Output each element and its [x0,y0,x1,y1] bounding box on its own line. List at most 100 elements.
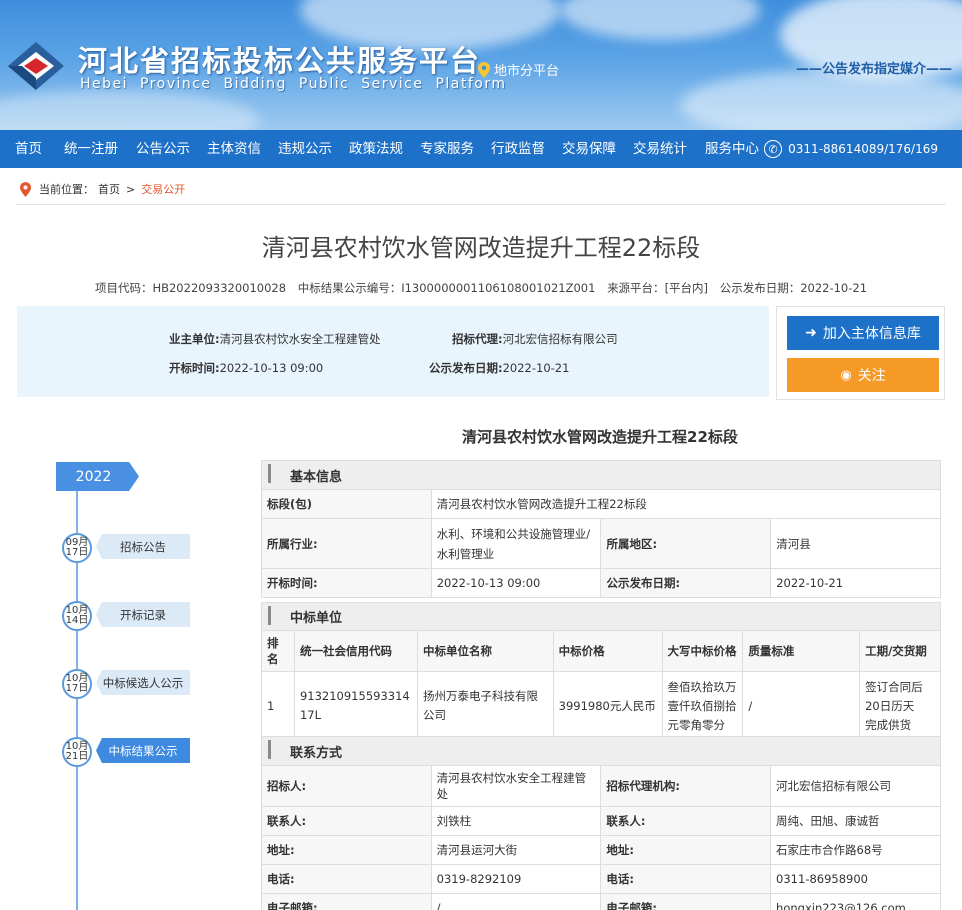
section-heading: 基本信息 [261,460,941,490]
field-label: 公示发布日期: [600,568,772,598]
nav-statistics[interactable]: 交易统计 [633,130,687,168]
column-header: 工期/交货期 [859,630,941,672]
nav-service-center[interactable]: 服务中心 [705,130,759,168]
timeline-item-candidate-notice[interactable]: 中标候选人公示 [96,670,190,695]
table-row: 1 913210915593314 17L 扬州万泰电子科技有限 公司 399198… [261,671,941,741]
timeline-date: 10月 21日 [62,737,92,767]
field-label: 地址: [261,835,432,865]
timeline-year: 2022 [56,462,139,491]
field-label: 电子邮箱: [600,893,772,910]
nav-register[interactable]: 统一注册 [64,130,118,168]
table-row: 招标人: 清河县农村饮水安全工程建管处 招标代理机构: 河北宏信招标有限公司 [261,765,941,807]
winner-name-cell: 扬州万泰电子科技有限 公司 [416,671,554,741]
column-header: 中标单位名称 [416,630,554,672]
field-label: 联系人: [261,806,432,836]
action-box: ➜ 加入主体信息库 ◉ 关注 [776,306,945,400]
field-value: 清河县运河大街 [430,835,602,865]
field-value: 河北宏信招标有限公司 [770,765,941,807]
hotline: ✆ 0311-88614089/176/169 [764,130,938,168]
main-nav: 首页 统一注册 公告公示 主体资信 违规公示 政策法规 专家服务 行政监督 交易… [0,130,962,168]
winner-table: 中标单位 排名 统一社会信用代码 中标单位名称 中标价格 大写中标价格 质量标准… [261,602,941,741]
cloud-decoration [560,0,760,40]
breadcrumb-prefix: 当前位置： [39,183,94,196]
field-label: 标段(包) [261,489,432,519]
publish-date: 公示发布日期：2022-10-21 [719,281,868,295]
table-row: 联系人: 刘铁柱 联系人: 周纯、田旭、康诚哲 [261,806,941,836]
email-link[interactable]: hongxin223@126.com [770,893,941,910]
field-value: 清河县农村饮水安全工程建管处 [430,765,602,807]
nav-violations[interactable]: 违规公示 [278,130,332,168]
price-cell: 3991980元人民币 [552,671,663,741]
column-header: 大写中标价格 [661,630,744,672]
divider [16,204,946,205]
nav-policies[interactable]: 政策法规 [349,130,403,168]
nav-credit[interactable]: 主体资信 [207,130,261,168]
timeline-item-bid-notice[interactable]: 招标公告 [96,534,190,559]
site-title[interactable]: 河北省招标投标公共服务平台 [78,38,481,80]
contact-table: 联系方式 招标人: 清河县农村饮水安全工程建管处 招标代理机构: 河北宏信招标有… [261,736,941,910]
nav-announcements[interactable]: 公告公示 [136,130,190,168]
field-value: 0319-8292109 [430,864,602,894]
follow-button[interactable]: ◉ 关注 [787,358,939,392]
field-label: 所属行业: [261,518,432,569]
cloud-decoration [680,70,962,130]
breadcrumb-current[interactable]: 交易公开 [141,181,185,197]
cloud-decoration [0,90,260,130]
nav-home[interactable]: 首页 [15,130,42,168]
project-code: 项目代码：HB2022093320010028 [94,281,287,295]
media-tagline: ——公告发布指定媒介—— [795,62,952,77]
field-label: 招标代理机构: [600,765,772,807]
timeline-date: 09月 17日 [62,533,92,563]
platform-logo-icon[interactable] [4,38,68,94]
quality-cell: / [742,671,861,741]
result-number: 中标结果公示编号：I1300000001106108001021Z001 [297,281,596,295]
site-title-english: Hebei Province Bidding Public Service Pl… [80,76,507,92]
breadcrumb-home[interactable]: 首页 [98,181,120,197]
publish-date-value: 2022-10-21 [770,568,941,598]
phone-icon: ✆ [764,140,783,158]
project-meta: 项目代码：HB2022093320010028 中标结果公示编号：I130000… [0,280,962,296]
column-header: 排名 [261,630,295,672]
page-title: 清河县农村饮水管网改造提升工程22标段 [261,234,701,262]
field-value: 周纯、田旭、康诚哲 [770,806,941,836]
field-label: 开标时间: [261,568,432,598]
field-label: 电话: [261,864,432,894]
site-header: 河北省招标投标公共服务平台 Hebei Province Bidding Pub… [0,0,962,130]
location-pin-icon [478,61,490,78]
column-header: 质量标准 [742,630,861,672]
nav-guarantee[interactable]: 交易保障 [562,130,616,168]
hotline-number: 0311-88614089/176/169 [788,142,938,156]
city-subplatform-link[interactable]: 地市分平台 [478,60,559,79]
publish-date: 公示发布日期:2022-10-21 [429,361,570,375]
timeline-item-opening-record[interactable]: 开标记录 [96,602,190,627]
field-value: 刘铁柱 [430,806,602,836]
city-link-label: 地市分平台 [494,64,560,79]
column-header: 统一社会信用代码 [293,630,418,672]
column-header: 中标价格 [552,630,663,672]
owner-unit: 业主单位:清河县农村饮水安全工程建管处 [169,332,381,346]
breadcrumb: 当前位置： 首页 > 交易公开 [20,181,185,197]
rank-cell: 1 [261,671,295,741]
section-value: 清河县农村饮水管网改造提升工程22标段 [430,489,942,519]
field-label: 招标人: [261,765,432,807]
timeline-item-result-notice[interactable]: 中标结果公示 [96,738,190,763]
timeline-date: 10月 14日 [62,601,92,631]
field-label: 地址: [600,835,772,865]
nav-supervision[interactable]: 行政监督 [491,130,545,168]
credit-code-cell: 913210915593314 17L [293,671,418,741]
field-label: 联系人: [600,806,772,836]
login-arrow-icon: ➜ [805,325,817,341]
field-label: 电子邮箱: [261,893,432,910]
table-row: 电子邮箱: / 电子邮箱: hongxin223@126.com [261,893,941,910]
open-time-value: 2022-10-13 09:00 [430,568,602,598]
add-button-label: 加入主体信息库 [822,326,921,342]
bid-agent: 招标代理:河北宏信招标有限公司 [452,332,618,346]
field-label: 所属地区: [600,518,772,569]
price-uppercase-cell: 叁佰玖拾玖万 壹仟玖佰捌拾 元零角零分 [661,671,744,741]
summary-panel: 业主单位:清河县农村饮水安全工程建管处 招标代理:河北宏信招标有限公司 开标时间… [17,306,769,397]
breadcrumb-separator: > [126,182,136,196]
field-value: 0311-86958900 [770,864,941,894]
source-platform: 来源平台：[平台内] [607,281,709,295]
add-to-library-button[interactable]: ➜ 加入主体信息库 [787,316,939,350]
nav-experts[interactable]: 专家服务 [420,130,474,168]
